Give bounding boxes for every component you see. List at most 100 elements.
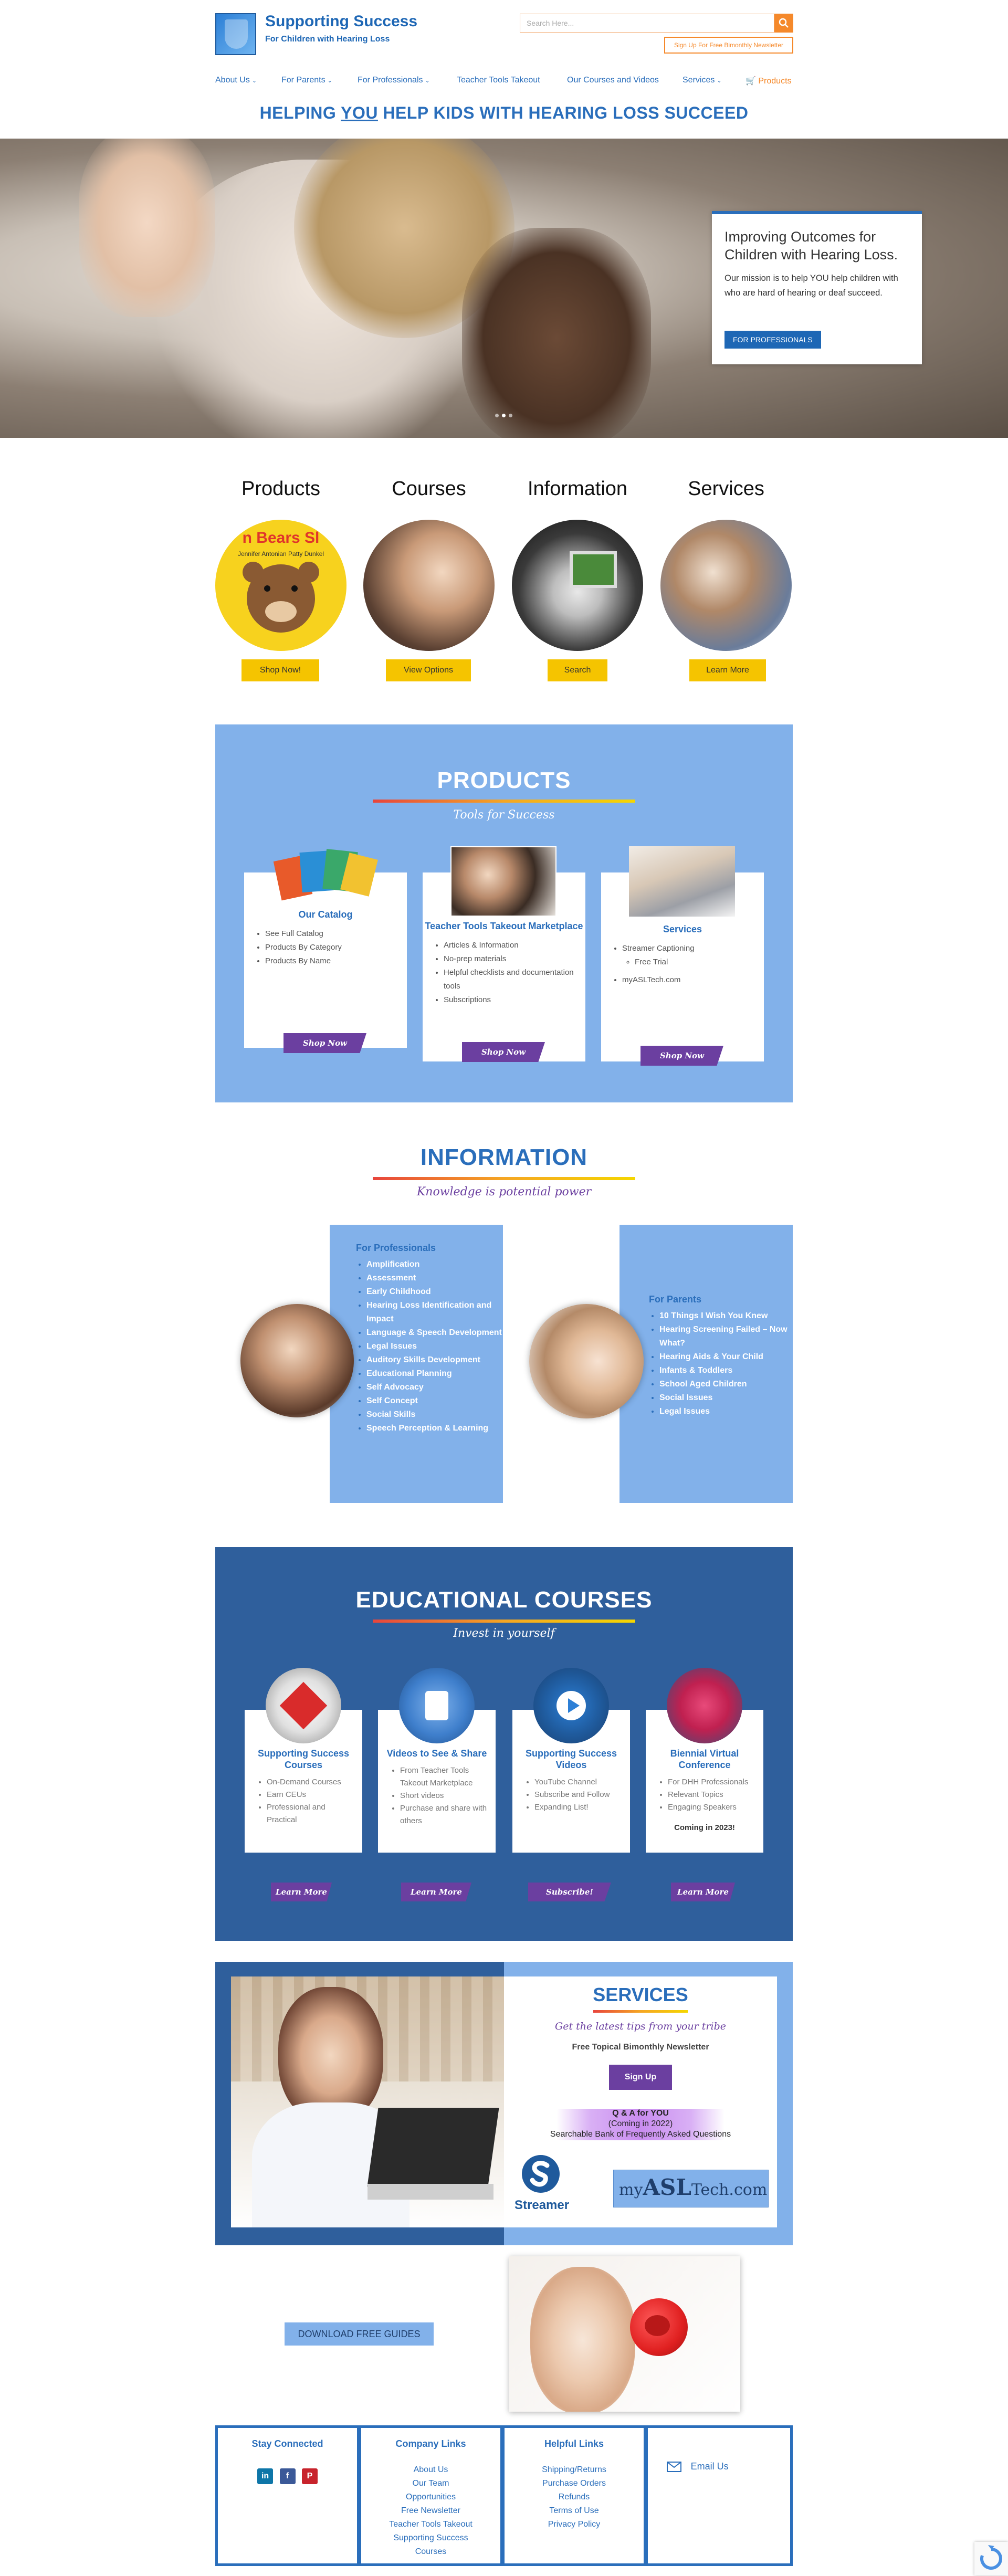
info-link[interactable]: Amplification (366, 1258, 503, 1271)
search-button[interactable] (774, 14, 793, 33)
products-image[interactable]: n Bears Sl Jennifer Antonian Patty Dunke… (215, 520, 346, 651)
info-link[interactable]: Assessment (366, 1271, 503, 1285)
search-input[interactable]: Search Here... (520, 14, 774, 33)
courses-image[interactable] (363, 520, 495, 651)
learn-more-courses-button[interactable]: Learn More (271, 1883, 332, 1901)
nav-label: Products (758, 77, 792, 86)
hero-text: Our mission is to help YOU help children… (724, 274, 898, 298)
list-item[interactable]: Subscriptions (444, 993, 585, 1007)
email-link[interactable]: Email Us (667, 2461, 729, 2473)
information-image[interactable] (512, 520, 643, 651)
list-item[interactable]: See Full Catalog (265, 927, 407, 941)
sign-up-button[interactable]: Sign Up (609, 2065, 672, 2090)
play-video-icon (533, 1668, 609, 1743)
card-title[interactable]: Our Catalog (244, 908, 407, 921)
qa-description[interactable]: Searchable Bank of Frequently Asked Ques… (504, 2130, 777, 2139)
list-item: Short videos (400, 1790, 487, 1802)
marketplace-image (450, 846, 556, 917)
nav-courses-videos[interactable]: Our Courses and Videos (567, 76, 659, 85)
streamer-logo-icon[interactable] (520, 2153, 562, 2195)
learn-more-videos-button[interactable]: Learn More (401, 1883, 471, 1901)
slider-dot[interactable] (509, 414, 512, 417)
list-item[interactable]: Streamer Captioning Free Trial (622, 942, 764, 969)
info-link[interactable]: Auditory Skills Development (366, 1353, 503, 1367)
list-item[interactable]: Products By Category (265, 941, 407, 954)
footer-link[interactable]: Our Team (361, 2477, 500, 2490)
asltech-logo[interactable]: myASLTech.com (613, 2170, 769, 2207)
info-link[interactable]: Social Issues (659, 1391, 793, 1405)
list-item[interactable]: Products By Name (265, 954, 407, 968)
list-subitem[interactable]: Free Trial (635, 955, 764, 969)
info-link[interactable]: Speech Perception & Learning (366, 1422, 503, 1435)
nav-services[interactable]: Services ⌄ (682, 76, 722, 85)
slider-dot[interactable] (502, 414, 506, 417)
facebook-icon[interactable]: f (279, 2468, 296, 2484)
streamer-logo-text[interactable]: Streamer (514, 2198, 569, 2213)
card-title[interactable]: Supporting Success Videos (512, 1748, 630, 1771)
logo-icon[interactable] (215, 13, 256, 55)
services-title: SERVICES (593, 1984, 688, 2005)
nav-products[interactable]: 🛒 Products (746, 76, 792, 86)
shop-now-marketplace-button[interactable]: Shop Now (462, 1042, 545, 1062)
information-subtitle: Knowledge is potential power (416, 1185, 592, 1198)
footer-link[interactable]: Terms of Use (505, 2504, 644, 2518)
card-title[interactable]: Teacher Tools Takeout Marketplace (423, 920, 585, 932)
slider-dot[interactable] (495, 414, 499, 417)
footer-link[interactable]: Shipping/Returns (505, 2463, 644, 2477)
search-info-button[interactable]: Search (548, 659, 607, 681)
info-link[interactable]: Early Childhood (366, 1285, 503, 1299)
info-link[interactable]: Hearing Loss Identification and Impact (366, 1299, 503, 1326)
nav-for-professionals[interactable]: For Professionals ⌄ (358, 76, 430, 85)
info-link[interactable]: Self Advocacy (366, 1381, 503, 1394)
list-item[interactable]: No-prep materials (444, 952, 585, 966)
info-link[interactable]: 10 Things I Wish You Knew (659, 1309, 793, 1323)
learn-more-conference-button[interactable]: Learn More (671, 1883, 735, 1901)
info-link[interactable]: Hearing Screening Failed – Now What? (659, 1323, 793, 1350)
info-link[interactable]: Hearing Aids & Your Child (659, 1350, 793, 1364)
info-link[interactable]: School Aged Children (659, 1378, 793, 1391)
nav-for-parents[interactable]: For Parents ⌄ (281, 76, 332, 85)
footer-link[interactable]: Opportunities (361, 2490, 500, 2504)
list-item[interactable]: Helpful checklists and documentation too… (444, 966, 585, 993)
pinterest-icon[interactable]: P (301, 2468, 318, 2484)
for-professionals-button[interactable]: FOR PROFESSIONALS (724, 331, 821, 349)
list-item[interactable]: myASLTech.com (622, 973, 764, 987)
learn-more-services-button[interactable]: Learn More (689, 659, 766, 681)
card-title[interactable]: Videos to See & Share (378, 1748, 496, 1759)
card-title[interactable]: Supporting Success Courses (245, 1748, 362, 1771)
footer-link[interactable]: Privacy Policy (505, 2518, 644, 2531)
download-photo (509, 2256, 740, 2412)
list-item[interactable]: Articles & Information (444, 939, 585, 952)
subscribe-button[interactable]: Subscribe! (528, 1883, 611, 1901)
info-link[interactable]: Social Skills (366, 1408, 503, 1422)
info-link[interactable]: Language & Speech Development (366, 1326, 503, 1340)
shop-now-catalog-button[interactable]: Shop Now (284, 1033, 366, 1053)
info-link[interactable]: Self Concept (366, 1394, 503, 1408)
newsletter-signup-button[interactable]: Sign Up For Free Bimonthly Newsletter (664, 37, 793, 54)
footer-link[interactable]: Teacher Tools Takeout (361, 2518, 500, 2531)
shop-now-services-button[interactable]: Shop Now (640, 1046, 723, 1066)
info-link[interactable]: Legal Issues (659, 1405, 793, 1418)
logo-title[interactable]: Supporting Success (265, 13, 417, 30)
shop-now-button[interactable]: Shop Now! (242, 659, 319, 681)
download-free-guides-button[interactable]: DOWNLOAD FREE GUIDES (285, 2322, 434, 2346)
services-image[interactable] (660, 520, 792, 651)
footer-link[interactable]: Free Newsletter (361, 2504, 500, 2518)
card-title[interactable]: Services (601, 923, 764, 935)
info-link[interactable]: Legal Issues (366, 1340, 503, 1353)
catalog-books-image (272, 847, 378, 901)
nav-about-us[interactable]: About Us ⌄ (215, 76, 257, 85)
footer-link[interactable]: Refunds (505, 2490, 644, 2504)
nav-teacher-tools-takeout[interactable]: Teacher Tools Takeout (457, 76, 540, 85)
linkedin-icon[interactable]: in (257, 2468, 274, 2484)
recaptcha-badge[interactable] (974, 2542, 1008, 2575)
list-item-label: Streamer Captioning (622, 944, 695, 953)
info-link[interactable]: Infants & Toddlers (659, 1364, 793, 1378)
title-divider (373, 800, 635, 803)
info-link[interactable]: Educational Planning (366, 1367, 503, 1381)
card-title[interactable]: Biennial Virtual Conference (646, 1748, 763, 1771)
view-options-button[interactable]: View Options (386, 659, 471, 681)
footer-link[interactable]: About Us (361, 2463, 500, 2477)
footer-link[interactable]: Purchase Orders (505, 2477, 644, 2490)
footer-link[interactable]: Supporting Success Courses (392, 2531, 470, 2559)
